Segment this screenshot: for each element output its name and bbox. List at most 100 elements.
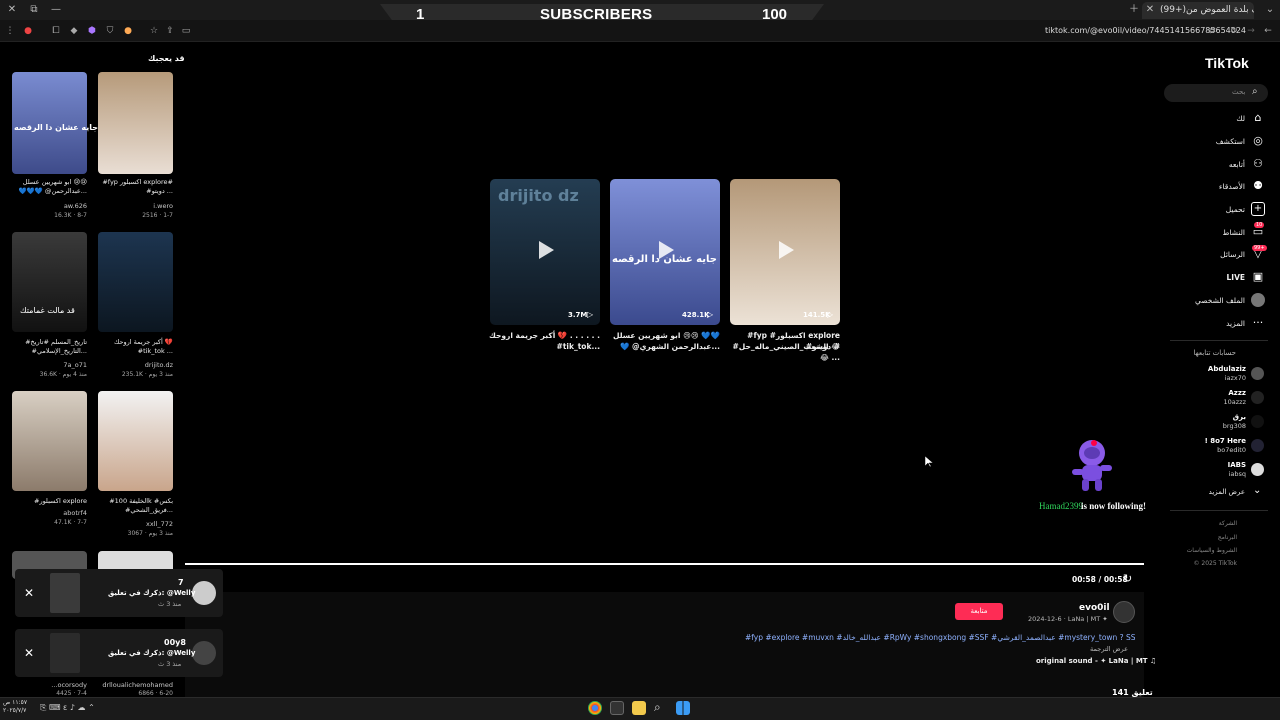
search-taskbar-icon[interactable]: ⌕ (654, 700, 661, 715)
tab-close-icon[interactable]: ✕ (1142, 2, 1158, 18)
avatar[interactable] (1251, 439, 1264, 452)
nav-more[interactable]: المزيد (1155, 319, 1245, 328)
tray-icons[interactable]: ⎘ ⌨ ε ♪ ☁ ⌃ (40, 703, 95, 713)
grid-thumbnail[interactable] (12, 391, 87, 491)
avatar[interactable] (1251, 391, 1264, 404)
minimize-window-icon[interactable]: — (48, 2, 64, 18)
play-icon[interactable] (653, 238, 677, 262)
search-placeholder: بحث (1232, 88, 1246, 96)
browser-tab[interactable]: (99+)اكتشاف بلدة العموض من... (1142, 2, 1254, 19)
share-icon[interactable]: ⇪ (164, 25, 176, 37)
grid-thumbnail[interactable] (98, 232, 173, 332)
footer-link[interactable]: الشركة (1157, 520, 1237, 527)
grid-caption: #التاريخ_الإسلامي... (31, 347, 87, 355)
video-progress-bar[interactable] (185, 563, 1144, 565)
following-name[interactable]: ! 8o7 Here (1156, 437, 1246, 446)
more-dots-icon[interactable]: ··· (1251, 316, 1265, 330)
friends-icon[interactable]: ⚉ (1251, 179, 1265, 193)
sound-link[interactable]: original sound - ✦ LaNa | MT ♫ (1036, 657, 1156, 665)
nav-activity[interactable]: النشاط (1155, 228, 1245, 237)
notification-time: منذ 3 ث (158, 660, 182, 668)
nav-following[interactable]: أتابعه (1155, 160, 1245, 169)
close-icon[interactable]: ✕ (24, 586, 34, 600)
see-more-link[interactable]: عرض المزيد (1155, 488, 1245, 496)
messages-badge: 99+ (1252, 245, 1267, 251)
reload-icon[interactable]: ↻ (1228, 25, 1240, 37)
replay-icon[interactable]: ↻ (1123, 572, 1132, 585)
grid-username[interactable]: i.wero (97, 202, 173, 210)
grid-username[interactable]: aw.626 (11, 202, 87, 210)
avatar[interactable] (1251, 463, 1264, 476)
live-icon[interactable]: ▣ (1251, 270, 1265, 284)
footer-link[interactable]: الشروط والسياسات (1157, 547, 1237, 554)
following-username[interactable]: 10azzz (1156, 398, 1247, 407)
upload-icon[interactable]: + (1251, 202, 1265, 216)
extension-icon[interactable]: ⬢ (86, 25, 98, 37)
taskbar-clock[interactable]: ١١:٥٧ ص ٢٠٢٥/٧/٧ (3, 699, 27, 715)
following-name[interactable]: Azzz (1156, 389, 1246, 398)
extension-icon[interactable]: ◆ (68, 25, 80, 37)
thumbnail-overlay-text: جايه عشان دا الرقصه (14, 123, 98, 132)
following-username[interactable]: brg308 (1156, 422, 1246, 431)
grid-username[interactable]: ...ocorsody (11, 681, 87, 689)
following-username[interactable]: iazx70 (1156, 374, 1246, 383)
profile-avatar-icon[interactable] (1251, 293, 1265, 307)
grid-thumbnail[interactable] (98, 391, 173, 491)
chevron-down-icon[interactable]: ⌄ (1253, 485, 1261, 496)
windows-start-icon[interactable] (676, 701, 690, 715)
nav-profile[interactable]: الملف الشخصي (1155, 296, 1245, 305)
avatar[interactable] (1251, 367, 1264, 380)
site-settings-icon[interactable]: ⇄ (1206, 25, 1218, 37)
bookmark-star-icon[interactable]: ☆ (148, 25, 160, 37)
grid-username[interactable]: 7a_o71 (11, 361, 87, 369)
search-icon[interactable]: ⌕ (1252, 86, 1258, 97)
play-icon[interactable] (533, 238, 557, 262)
menu-dots-icon[interactable]: ⋮ (4, 25, 16, 37)
following-name[interactable]: برق (1156, 413, 1246, 422)
app-icon[interactable] (610, 701, 624, 715)
extensions-icon[interactable]: ⧠ (50, 25, 62, 37)
see-translation-link[interactable]: عرض الترجمة (1090, 645, 1128, 653)
file-explorer-icon[interactable] (632, 701, 646, 715)
avatar[interactable] (1251, 415, 1264, 428)
play-icon[interactable] (773, 238, 797, 262)
grid-username[interactable]: drijito.dz (97, 361, 173, 369)
compass-icon[interactable]: ◎ (1251, 134, 1265, 148)
footer-link[interactable]: البرنامج (1157, 534, 1237, 541)
play-count-icon: ▷ (827, 310, 834, 319)
author-name[interactable]: evo0il (1079, 603, 1110, 613)
forward-icon[interactable]: → (1245, 25, 1257, 37)
nav-upload[interactable]: تحميل (1155, 205, 1245, 214)
tiktok-logo[interactable]: TikTok (1205, 55, 1249, 71)
grid-username[interactable]: abotrf4 (11, 509, 87, 517)
install-icon[interactable]: ▭ (180, 25, 192, 37)
following-username[interactable]: iabsq (1156, 470, 1246, 479)
home-icon[interactable]: ⌂ (1251, 111, 1265, 125)
close-window-icon[interactable]: ✕ (4, 2, 20, 18)
nav-for-you[interactable]: لك (1155, 114, 1245, 123)
following-username[interactable]: bo7edit0 (1156, 446, 1246, 455)
grid-username[interactable]: drlloualichemohamed (97, 681, 173, 689)
back-icon[interactable]: ← (1262, 25, 1274, 37)
video-description[interactable]: #fyp #explore #muvxn #عبدالله_خالد #RpWy… (745, 633, 1135, 642)
following-name[interactable]: Abdulaziz (1156, 365, 1246, 374)
shield-icon[interactable]: ⛉ (104, 25, 116, 37)
profile-icon[interactable]: ● (22, 25, 34, 37)
nav-explore[interactable]: استكشف (1155, 137, 1245, 146)
author-avatar[interactable] (1113, 601, 1135, 623)
nav-friends[interactable]: الأصدقاء (1155, 182, 1245, 191)
close-icon[interactable]: ✕ (24, 646, 34, 660)
extension-icon[interactable]: ● (122, 25, 134, 37)
restore-window-icon[interactable]: ⧉ (26, 2, 42, 18)
grid-username[interactable]: xxll_772 (97, 520, 173, 528)
new-tab-icon[interactable]: ＋ (1126, 2, 1142, 18)
tab-menu-icon[interactable]: ⌄ (1262, 2, 1278, 18)
nav-messages[interactable]: الرسائل (1155, 250, 1245, 259)
grid-thumbnail[interactable] (98, 72, 173, 174)
following-name[interactable]: IABS (1156, 461, 1246, 470)
nav-live[interactable]: LIVE (1155, 273, 1246, 282)
grid-thumbnail[interactable] (12, 232, 87, 332)
chrome-icon[interactable] (588, 701, 602, 715)
follow-button[interactable]: متابعة (955, 603, 1003, 620)
user-follow-icon[interactable]: ⚇ (1251, 157, 1265, 171)
